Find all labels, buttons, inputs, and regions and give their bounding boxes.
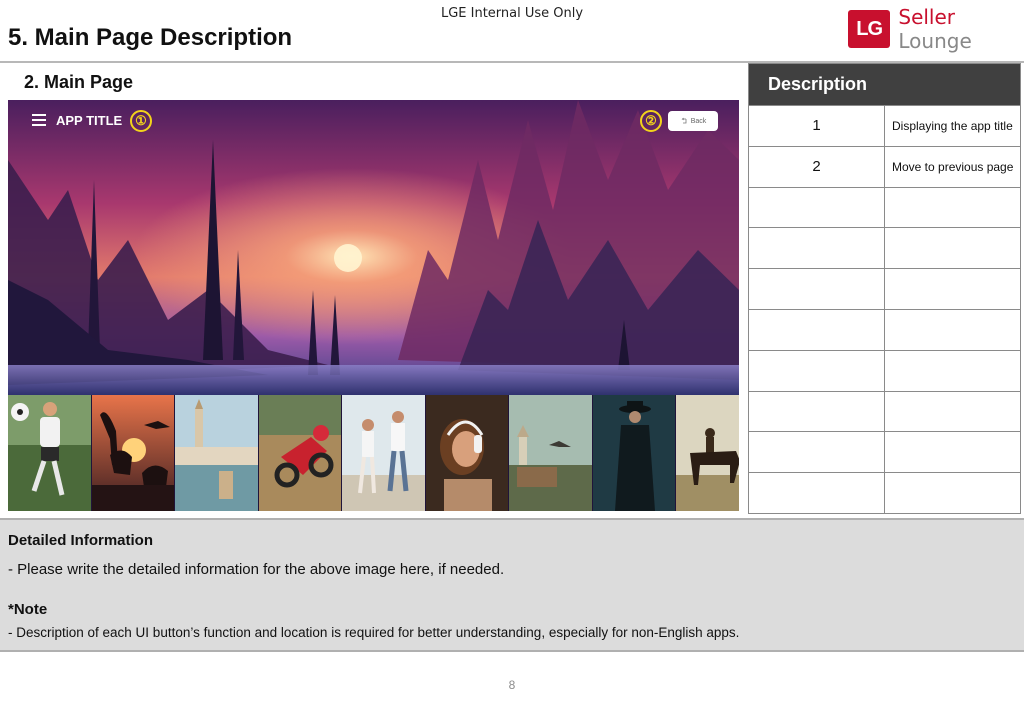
description-header: Description xyxy=(748,63,1021,106)
app-top-bar: APP TITLE ① ② Back xyxy=(8,100,739,144)
thumbnail-venice-canal[interactable] xyxy=(175,395,259,511)
thumbnail-soccer-player[interactable] xyxy=(8,395,92,511)
marker-1-badge: ① xyxy=(130,110,152,132)
thumbnail-woman-headphones[interactable] xyxy=(425,395,509,511)
thumbnail-dinosaurs-sunset[interactable] xyxy=(91,395,175,511)
page-title: 5. Main Page Description xyxy=(8,24,293,51)
note-title: *Note xyxy=(8,601,48,618)
info-text: - Please write the detailed information … xyxy=(8,561,505,578)
table-row: 1 Displaying the app title xyxy=(748,105,1021,147)
table-row xyxy=(748,390,1021,433)
table-row xyxy=(748,186,1021,229)
row-description xyxy=(884,227,1021,270)
hero-landscape-image xyxy=(8,100,739,395)
info-title: Detailed Information xyxy=(8,532,154,549)
thumbnail-horse-rider[interactable] xyxy=(676,395,739,511)
row-description: Move to previous page xyxy=(884,145,1021,188)
back-button[interactable]: Back xyxy=(668,111,718,131)
thumbnail-motocross-rider[interactable] xyxy=(258,395,342,511)
table-row xyxy=(748,349,1021,392)
app-title: APP TITLE xyxy=(56,113,123,128)
woman-headphones-image xyxy=(425,395,509,511)
thumbnail-bird-over-village[interactable] xyxy=(509,395,593,511)
content-thumbnail-row xyxy=(8,395,739,511)
row-number xyxy=(748,472,885,514)
row-description xyxy=(884,431,1021,474)
back-arrow-icon xyxy=(681,117,687,124)
row-description xyxy=(884,186,1021,229)
bird-over-village-image xyxy=(509,395,592,511)
row-number: 1 xyxy=(748,105,885,147)
logo-seller-text: Seller xyxy=(898,5,956,29)
row-description xyxy=(884,268,1021,310)
table-row: 2 Move to previous page xyxy=(748,145,1021,188)
section-title: 2. Main Page xyxy=(24,72,134,92)
app-screenshot: APP TITLE ① ② Back xyxy=(8,100,739,511)
table-row xyxy=(748,472,1021,514)
soccer-player-image xyxy=(8,395,91,511)
motocross-rider-image xyxy=(258,395,342,511)
page-number: 8 xyxy=(508,678,516,692)
row-description: Displaying the app title xyxy=(884,105,1021,147)
marker-2-badge: ② xyxy=(640,110,662,132)
thumbnail-couple-walking[interactable] xyxy=(342,395,426,511)
row-number xyxy=(748,268,885,310)
table-row xyxy=(748,431,1021,474)
row-number xyxy=(748,390,885,433)
table-row xyxy=(748,308,1021,351)
row-number xyxy=(748,227,885,270)
cowboy-night-image xyxy=(592,395,676,511)
thumbnail-cowboy-night[interactable] xyxy=(592,395,676,511)
venice-canal-image xyxy=(175,395,258,511)
detailed-information-panel: Detailed Information - Please write the … xyxy=(0,518,1024,652)
note-text: - Description of each UI button’s functi… xyxy=(8,625,740,640)
table-row xyxy=(748,268,1021,310)
hamburger-menu-icon[interactable] xyxy=(32,114,46,126)
row-number xyxy=(748,431,885,474)
back-button-label: Back xyxy=(690,117,707,125)
row-description xyxy=(884,349,1021,392)
row-description xyxy=(884,472,1021,514)
logo-lounge-text: Lounge xyxy=(898,29,972,53)
row-number xyxy=(748,349,885,392)
dinosaurs-sunset-image xyxy=(91,395,175,511)
horse-rider-image xyxy=(676,395,739,511)
logo-text: Seller Lounge xyxy=(898,5,1024,53)
row-number xyxy=(748,308,885,351)
row-number xyxy=(748,186,885,229)
table-row xyxy=(748,227,1021,270)
lg-seller-lounge-logo: LG Seller Lounge xyxy=(848,5,1024,53)
lg-logo-mark: LG xyxy=(848,10,891,48)
couple-walking-image xyxy=(342,395,425,511)
row-description xyxy=(884,308,1021,351)
row-description xyxy=(884,390,1021,433)
row-number: 2 xyxy=(748,145,885,188)
description-table: Description 1 Displaying the app title 2… xyxy=(748,63,1021,514)
